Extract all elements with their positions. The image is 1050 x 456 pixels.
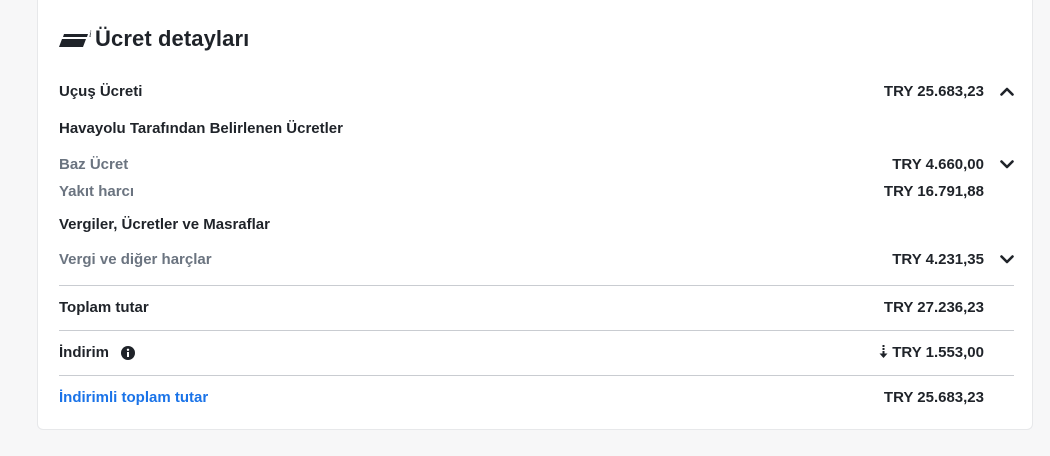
discounted-total-amount: TRY 25.683,23 [883, 388, 984, 406]
discount-amount: TRY 1.553,00 [892, 343, 984, 361]
ticket-icon: i [59, 28, 93, 50]
taxes-fees-heading: Vergiler, Ücretler ve Masraflar [59, 216, 270, 233]
fuel-fee-row: Yakıt harcı TRY 16.791,88 [59, 179, 1014, 203]
chevron-down-icon[interactable] [984, 254, 1014, 264]
divider [59, 375, 1014, 376]
base-fare-row[interactable]: Baz Ücret TRY 4.660,00 [59, 152, 1014, 176]
flight-fare-row[interactable]: Uçuş Ücreti TRY 25.683,23 [59, 79, 1014, 103]
discount-label-wrap: İndirim [59, 343, 136, 361]
fare-details-card: i Ücret detayları Uçuş Ücreti TRY 25.683… [37, 0, 1033, 430]
down-arrow-icon [879, 345, 888, 359]
svg-text:i: i [89, 29, 92, 39]
fuel-fee-amount: TRY 16.791,88 [883, 182, 984, 200]
flight-fare-amount: TRY 25.683,23 [883, 82, 984, 100]
tax-other-row[interactable]: Vergi ve diğer harçlar TRY 4.231,35 [59, 247, 1014, 271]
fuel-fee-label: Yakıt harcı [59, 182, 135, 200]
chevron-up-icon[interactable] [984, 87, 1014, 96]
divider [59, 285, 1014, 286]
flight-fare-label: Uçuş Ücreti [59, 82, 143, 100]
chevron-down-icon[interactable] [984, 159, 1014, 169]
divider [59, 330, 1014, 331]
discount-row: İndirim TRY 1.553,00 [59, 340, 1014, 364]
discounted-total-label: İndirimli toplam tutar [59, 388, 209, 406]
base-fare-label: Baz Ücret [59, 155, 129, 173]
tax-other-label: Vergi ve diğer harçlar [59, 250, 212, 268]
info-icon[interactable] [121, 345, 136, 360]
total-label: Toplam tutar [59, 298, 149, 316]
page-title: Ücret detayları [95, 26, 250, 51]
discount-label: İndirim [59, 343, 110, 361]
total-amount: TRY 27.236,23 [883, 298, 984, 316]
airline-fees-heading: Havayolu Tarafından Belirlenen Ücretler [59, 120, 343, 137]
total-row: Toplam tutar TRY 27.236,23 [59, 295, 1014, 319]
fare-details-header: i Ücret detayları [59, 24, 249, 54]
base-fare-amount: TRY 4.660,00 [892, 155, 984, 173]
discounted-total-row: İndirimli toplam tutar TRY 25.683,23 [59, 385, 1014, 409]
tax-other-amount: TRY 4.231,35 [892, 250, 984, 268]
